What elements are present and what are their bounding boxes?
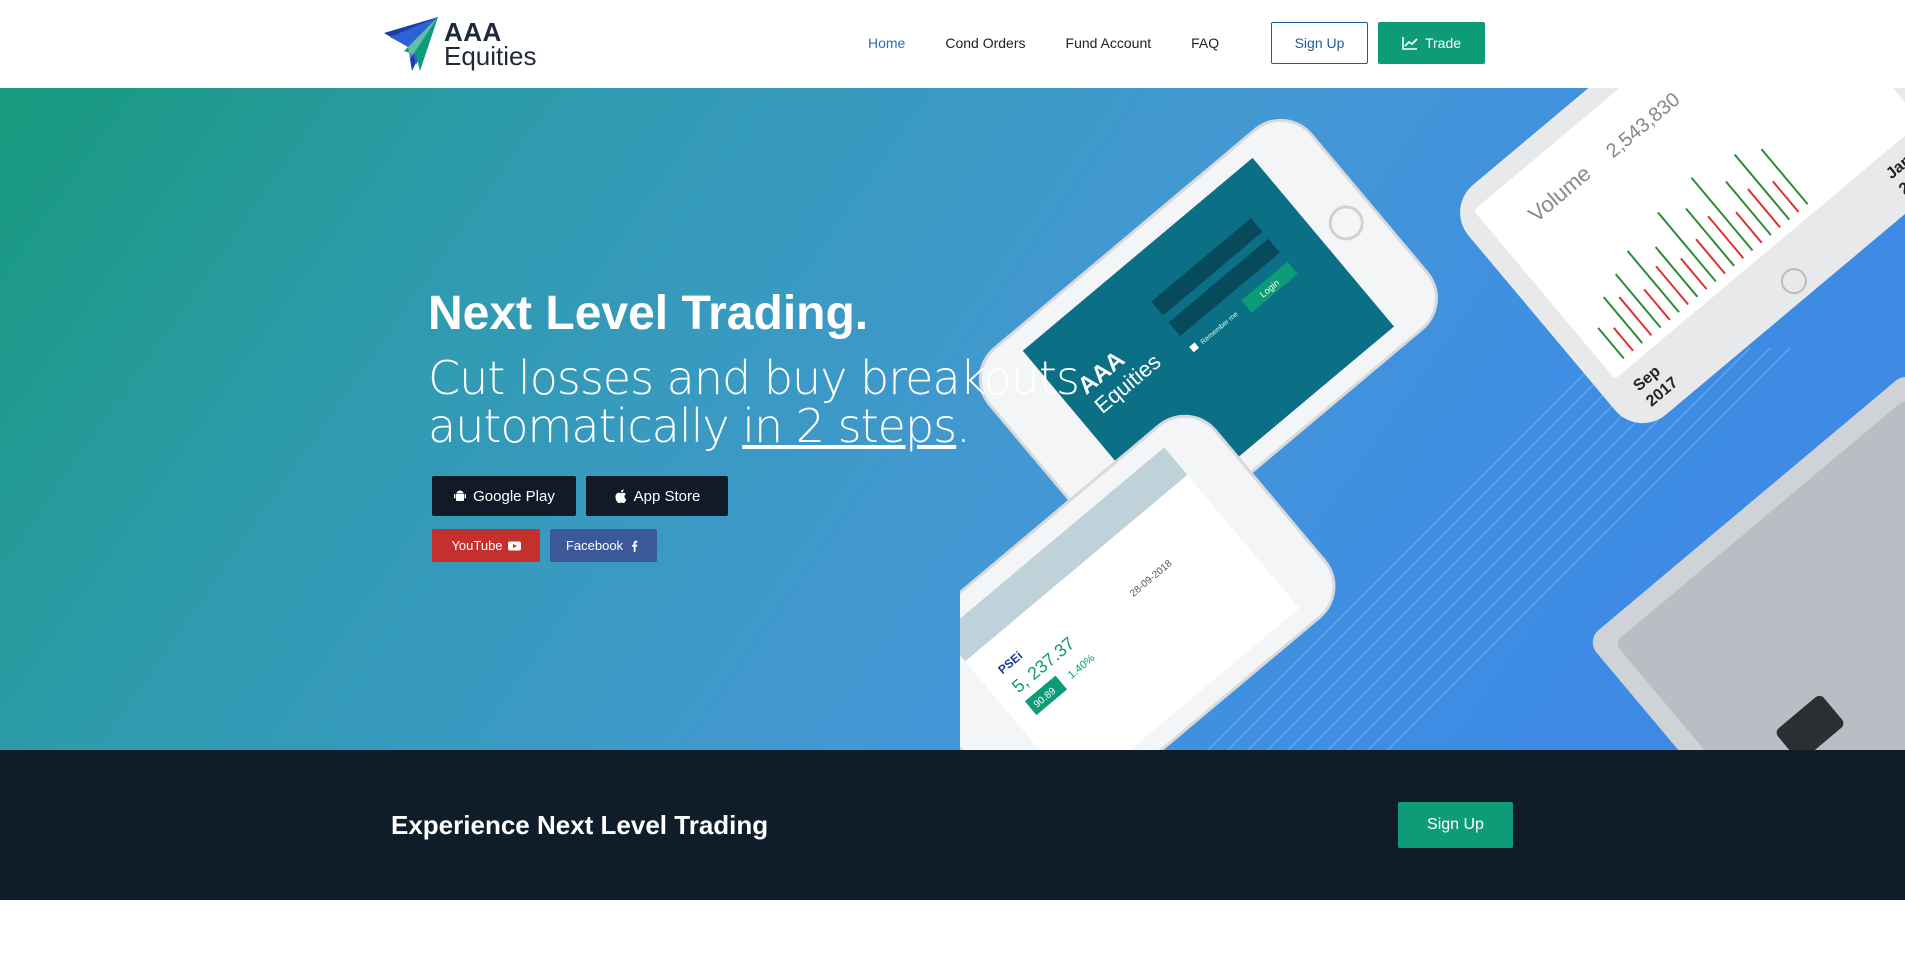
devices-illustration: Volume 2,543,830 Sep 2017 Jan 2018 AAA E…: [960, 88, 1905, 750]
in-2-steps-link[interactable]: in 2 steps: [742, 399, 957, 453]
hero-subtitle-line2: automatically: [428, 399, 743, 453]
facebook-icon: [632, 540, 638, 552]
brand-logo[interactable]: AAA Equities: [382, 15, 537, 73]
nav-signup-button[interactable]: Sign Up: [1271, 22, 1368, 64]
brand-line2: Equities: [444, 41, 537, 71]
app-store-button[interactable]: App Store: [586, 476, 728, 516]
nav-home[interactable]: Home: [868, 35, 905, 51]
facebook-label: Facebook: [565, 538, 624, 553]
apple-icon: [615, 489, 626, 503]
nav-cond-orders[interactable]: Cond Orders: [945, 35, 1025, 51]
cta-signup-button[interactable]: Sign Up: [1398, 802, 1513, 848]
trade-label: Trade: [1424, 35, 1462, 51]
tablet-chart: Volume 2,543,830 Sep 2017 Jan 2018: [1460, 88, 1905, 424]
google-play-label: Google Play: [473, 487, 555, 505]
logo-arrows-icon: [384, 17, 438, 71]
nav-trade-button[interactable]: Trade: [1378, 22, 1485, 64]
hero-subtitle-suffix: .: [956, 399, 971, 453]
youtube-button[interactable]: YouTube: [432, 529, 540, 562]
navbar: AAA Equities Home Cond Orders Fund Accou…: [0, 0, 1905, 88]
android-icon: [454, 490, 467, 501]
brand-name: AAA Equities: [444, 19, 537, 69]
youtube-label: YouTube: [451, 538, 503, 553]
phone-market: PSEi 5, 237.37 90.89 1.40% 28-09-2018: [960, 414, 1336, 750]
hero-subtitle: Cut losses and buy breakouts automatical…: [428, 354, 1088, 450]
nav-faq[interactable]: FAQ: [1191, 35, 1219, 51]
facebook-button[interactable]: Facebook: [550, 529, 657, 562]
hero-subtitle-line1: Cut losses and buy breakouts: [428, 351, 1080, 405]
store-buttons: Google Play App Store: [432, 476, 728, 516]
app-store-label: App Store: [633, 487, 701, 505]
nav-fund-account[interactable]: Fund Account: [1066, 35, 1152, 51]
main-nav: Home Cond Orders Fund Account FAQ: [868, 22, 1259, 64]
cta-band: Experience Next Level Trading Sign Up: [0, 750, 1905, 900]
google-play-button[interactable]: Google Play: [432, 476, 576, 516]
hero-section: Volume 2,543,830 Sep 2017 Jan 2018 AAA E…: [0, 88, 1905, 750]
line-chart-icon: [1402, 37, 1418, 50]
cta-title: Experience Next Level Trading: [391, 810, 769, 840]
youtube-icon: [507, 541, 521, 550]
hero-title: Next Level Trading.: [428, 287, 869, 340]
social-buttons: YouTube Facebook: [432, 529, 657, 562]
laptop-keyboard: [1592, 376, 1905, 750]
